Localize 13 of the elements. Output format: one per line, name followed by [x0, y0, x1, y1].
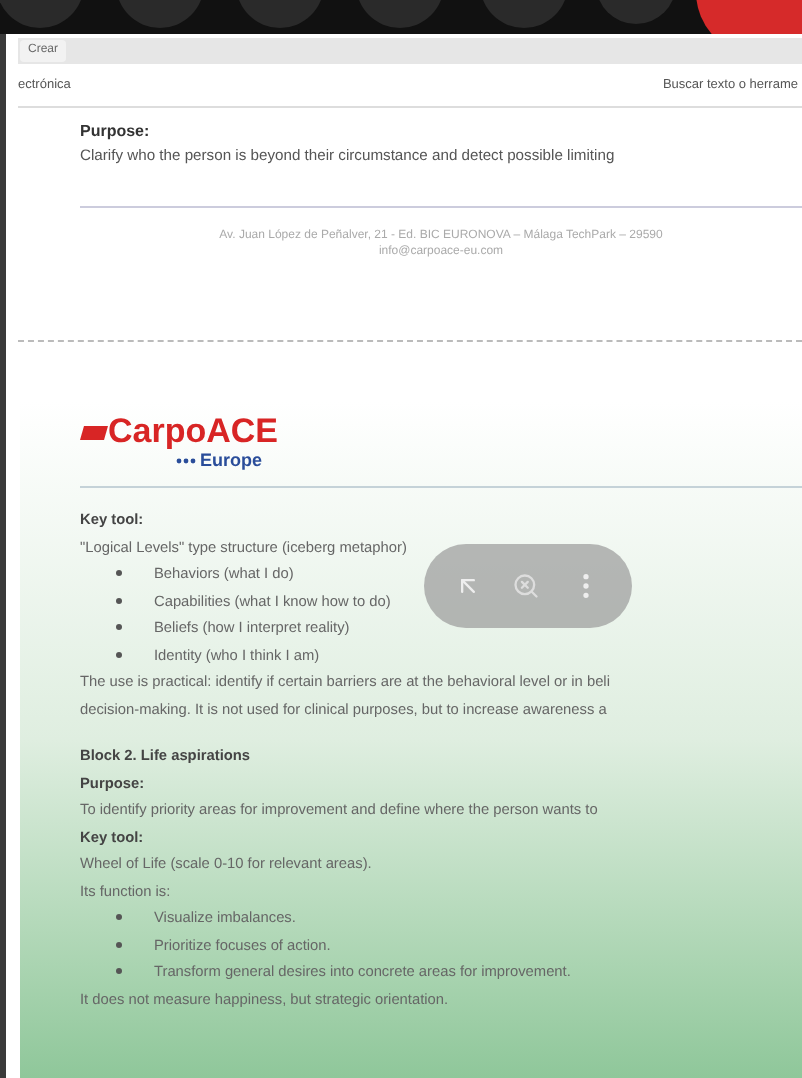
logo-subtitle: Europe — [200, 450, 263, 470]
logo-text: CarpoACE — [108, 414, 279, 450]
dots-icon — [176, 457, 196, 463]
bullet-icon — [116, 570, 122, 577]
bullet-icon — [116, 914, 122, 921]
bullet-icon — [116, 941, 122, 948]
bullet-icon — [116, 651, 122, 658]
search-icon[interactable] — [511, 572, 540, 600]
logo-mark-icon — [80, 423, 108, 441]
bullet-icon — [116, 597, 122, 604]
bullet-icon — [116, 624, 122, 631]
bullet-icon — [116, 968, 122, 975]
section-label: Purpose: — [80, 120, 150, 144]
